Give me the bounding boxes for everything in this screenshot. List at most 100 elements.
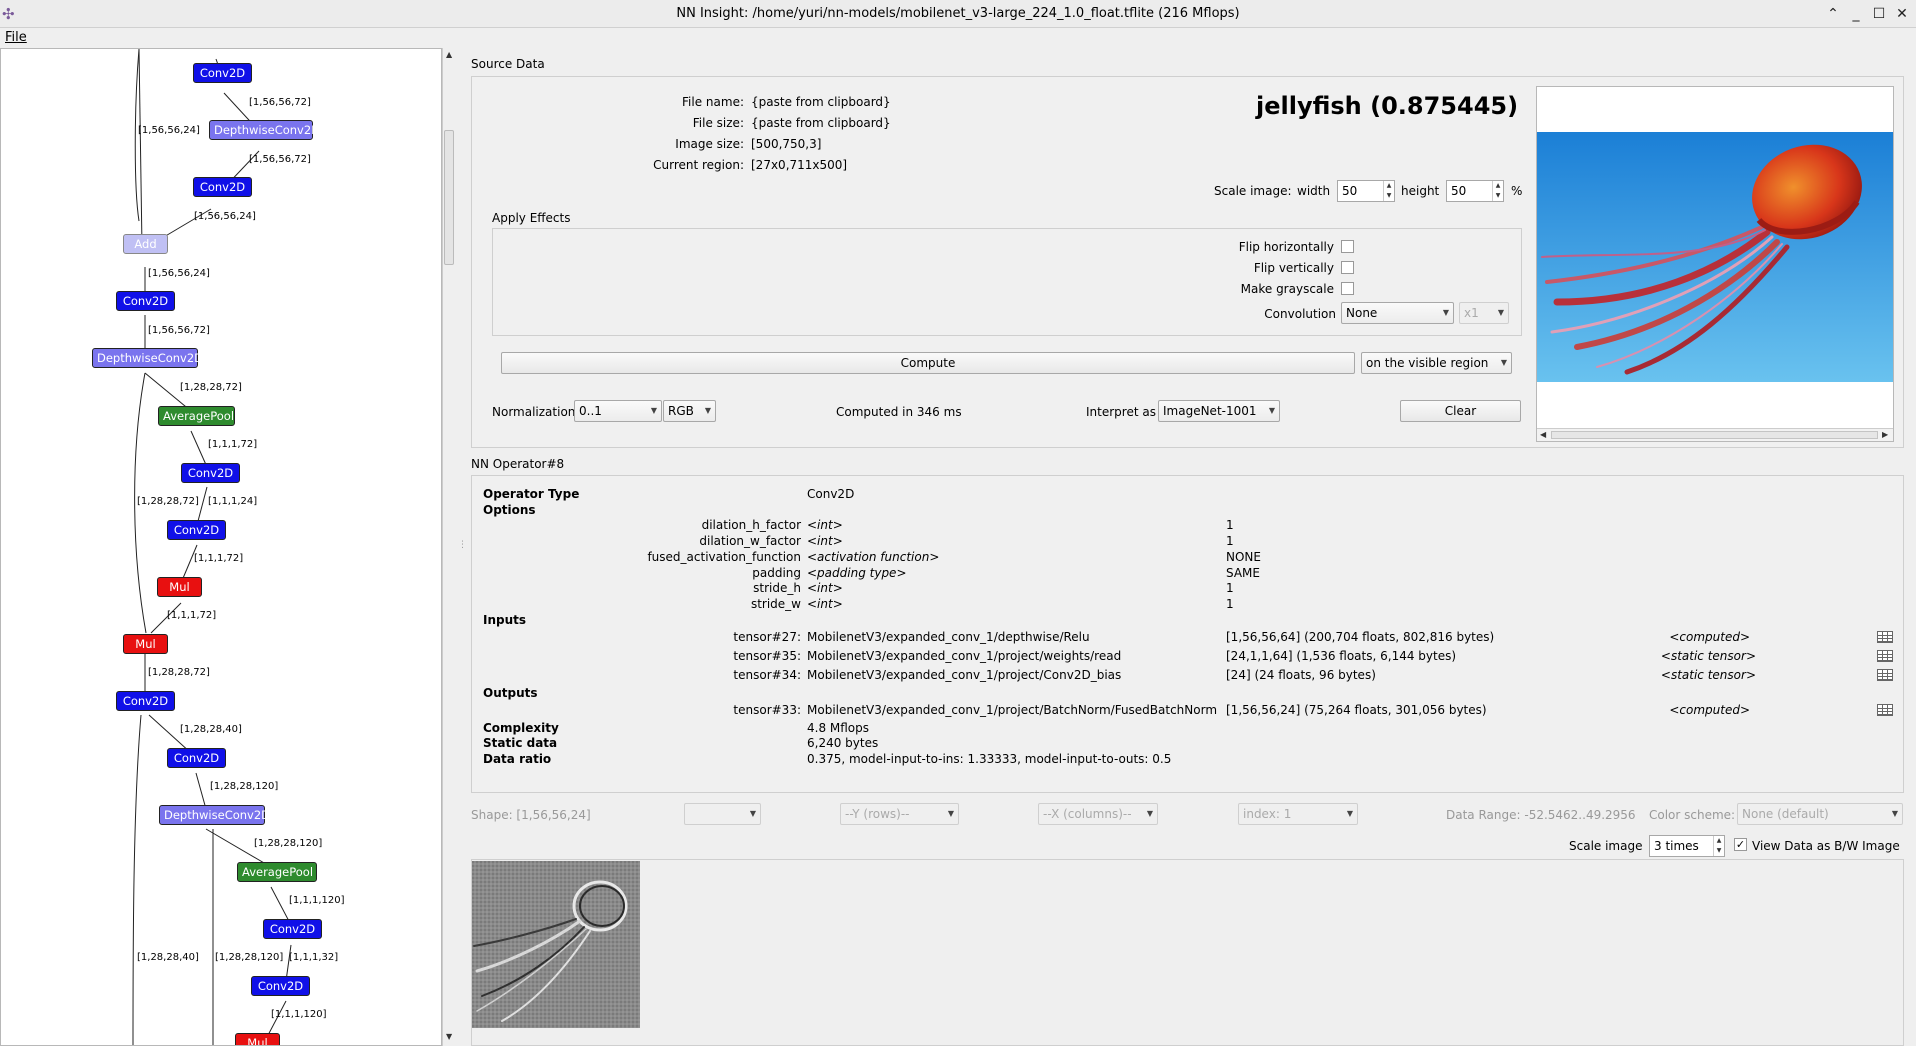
flip-vertically-checkbox[interactable] bbox=[1341, 261, 1354, 274]
table-icon[interactable] bbox=[1877, 704, 1893, 716]
color-scheme-select: None (default) ▼ bbox=[1737, 803, 1903, 825]
edge-label: [1,28,28,40] bbox=[137, 952, 199, 963]
spin-arrows-icon: ▲ ▼ bbox=[1383, 181, 1394, 201]
input-tensor-kind: <computed> bbox=[1669, 630, 1750, 644]
input-tensor-name: MobilenetV3/expanded_conv_1/depthwise/Re… bbox=[807, 630, 1090, 644]
input-tensor-kind: <static tensor> bbox=[1660, 668, 1756, 682]
chevron-down-icon: ▼ bbox=[650, 406, 657, 415]
chevron-down-icon: ▼ bbox=[749, 809, 756, 818]
window-title: NN Insight: /home/yuri/nn-models/mobilen… bbox=[676, 6, 1240, 21]
graph-node-conv2d[interactable]: Conv2D bbox=[181, 463, 240, 483]
height-spinbox[interactable]: 50 ▲ ▼ bbox=[1446, 180, 1504, 202]
edge-label: [1,56,56,72] bbox=[249, 154, 311, 165]
image-hscroll-thumb[interactable] bbox=[1551, 431, 1878, 439]
input-tensor-name: MobilenetV3/expanded_conv_1/project/Conv… bbox=[807, 668, 1122, 682]
edge-label: [1,1,1,32] bbox=[289, 952, 339, 963]
compute-region-select[interactable]: on the visible region ▼ bbox=[1361, 352, 1512, 374]
convolution-select[interactable]: None ▼ bbox=[1341, 302, 1454, 324]
graph-node-conv2d[interactable]: Conv2D bbox=[116, 691, 175, 711]
option-value: 1 bbox=[1226, 518, 1234, 532]
scroll-right-icon[interactable]: ▶ bbox=[1882, 430, 1888, 439]
tensor-channel-image[interactable] bbox=[472, 861, 640, 1028]
graph-node-conv2d[interactable]: Conv2D bbox=[263, 919, 322, 939]
graph-node-conv2d[interactable]: Conv2D bbox=[193, 177, 252, 197]
make-grayscale-checkbox[interactable] bbox=[1341, 282, 1354, 295]
scale-image-label: Scale image: bbox=[1214, 184, 1292, 198]
outputs-label: Outputs bbox=[483, 686, 538, 700]
graph-node-conv2d[interactable]: Conv2D bbox=[251, 976, 310, 996]
data-range-label: Data Range: -52.5462..49.2956 bbox=[1446, 808, 1636, 822]
graph-node-mul[interactable]: Mul bbox=[157, 577, 202, 597]
graph-node-depthwiseconv2d[interactable]: DepthwiseConv2D bbox=[209, 120, 320, 140]
complexity-value: 4.8 Mflops bbox=[807, 721, 870, 735]
table-icon[interactable] bbox=[1877, 631, 1893, 643]
y-rows-select: --Y (rows)-- ▼ bbox=[840, 803, 959, 825]
output-tensor-kind: <computed> bbox=[1669, 703, 1750, 717]
graph-node-averagepool[interactable]: AveragePool bbox=[237, 862, 317, 882]
chevron-down-icon: ▼ bbox=[1500, 358, 1507, 367]
clear-button[interactable]: Clear bbox=[1400, 400, 1521, 422]
image-hscrollbar[interactable]: ◀ ▶ bbox=[1537, 428, 1893, 441]
menu-file[interactable]: File bbox=[5, 30, 27, 45]
graph-scrollbar-thumb[interactable] bbox=[444, 130, 454, 265]
color-scheme-label: Color scheme: bbox=[1649, 808, 1736, 822]
graph-node-mul[interactable]: Mul bbox=[123, 634, 168, 654]
option-type: <padding type> bbox=[807, 566, 907, 580]
graph-node-conv2d[interactable]: Conv2D bbox=[193, 63, 252, 83]
minimize-chevron-up-icon[interactable]: ⌃ bbox=[1823, 4, 1843, 24]
option-value: 1 bbox=[1226, 597, 1234, 611]
computed-time: Computed in 346 ms bbox=[836, 405, 962, 419]
graph-node-add[interactable]: Add bbox=[123, 234, 168, 254]
minimize-icon[interactable]: _ bbox=[1846, 4, 1866, 24]
percent-label: % bbox=[1511, 184, 1523, 198]
data-ratio-value: 0.375, model-input-to-ins: 1.33333, mode… bbox=[807, 752, 1172, 766]
option-name: padding bbox=[752, 566, 801, 580]
graph-node-conv2d[interactable]: Conv2D bbox=[167, 748, 226, 768]
input-tensor-kind: <static tensor> bbox=[1660, 649, 1756, 663]
network-graph[interactable]: Conv2D DepthwiseConv2D Conv2D Add Conv2D… bbox=[0, 48, 442, 1046]
scroll-up-icon[interactable]: ▲ bbox=[446, 50, 452, 59]
splitter-handle-icon[interactable]: ⋮ bbox=[458, 540, 467, 550]
scroll-left-icon[interactable]: ◀ bbox=[1540, 430, 1546, 439]
chevron-down-icon: ▼ bbox=[1268, 406, 1275, 415]
input-tensor-name: MobilenetV3/expanded_conv_1/project/weig… bbox=[807, 649, 1122, 663]
interpret-as-select[interactable]: ImageNet-1001 ▼ bbox=[1158, 400, 1280, 422]
edge-label: [1,28,28,120] bbox=[215, 952, 284, 963]
graph-node-averagepool[interactable]: AveragePool bbox=[158, 406, 235, 426]
edge-label: [1,1,1,72] bbox=[208, 439, 258, 450]
option-name: dilation_h_factor bbox=[701, 518, 801, 532]
chevron-down-icon: ▼ bbox=[704, 406, 711, 415]
table-icon[interactable] bbox=[1877, 650, 1893, 662]
graph-node-conv2d[interactable]: Conv2D bbox=[116, 291, 175, 311]
normalization-select[interactable]: 0..1 ▼ bbox=[574, 400, 662, 422]
bw-image-checkbox[interactable]: ✓ bbox=[1734, 838, 1747, 851]
flip-horizontally-checkbox[interactable] bbox=[1341, 240, 1354, 253]
scale-times-spinbox[interactable]: 3 times ▲ ▼ bbox=[1649, 835, 1725, 857]
close-icon[interactable]: ✕ bbox=[1892, 4, 1912, 24]
normalization-label: Normalization bbox=[492, 405, 576, 419]
static-data-value: 6,240 bytes bbox=[807, 736, 879, 750]
scroll-down-icon[interactable]: ▼ bbox=[446, 1032, 452, 1041]
output-tensor-name: MobilenetV3/expanded_conv_1/project/Batc… bbox=[807, 703, 1218, 717]
width-spinbox[interactable]: 50 ▲ ▼ bbox=[1337, 180, 1395, 202]
option-name: stride_h bbox=[753, 581, 801, 595]
maximize-icon[interactable]: ☐ bbox=[1869, 4, 1889, 24]
color-order-select[interactable]: RGB ▼ bbox=[663, 400, 716, 422]
make-grayscale-label: Make grayscale bbox=[1240, 282, 1334, 296]
graph-node-depthwiseconv2d[interactable]: DepthwiseConv2D bbox=[92, 348, 203, 368]
menu-bar: File bbox=[0, 28, 1916, 48]
index-select: index: 1 ▼ bbox=[1238, 803, 1358, 825]
edge-label: [1,1,1,72] bbox=[194, 553, 244, 564]
jellyfish-image[interactable] bbox=[1537, 132, 1893, 382]
output-tensor-id: tensor#33: bbox=[733, 703, 801, 717]
compute-button[interactable]: Compute bbox=[501, 352, 1355, 374]
input-tensor-shape: [1,56,56,64] (200,704 floats, 802,816 by… bbox=[1226, 630, 1495, 644]
graph-node-depthwiseconv2d[interactable]: DepthwiseConv2D bbox=[159, 805, 270, 825]
input-tensor-id: tensor#27: bbox=[733, 630, 801, 644]
input-tensor-id: tensor#35: bbox=[733, 649, 801, 663]
table-icon[interactable] bbox=[1877, 669, 1893, 681]
apply-effects-title: Apply Effects bbox=[492, 211, 571, 225]
edge-label: [1,56,56,24] bbox=[148, 268, 210, 279]
graph-node-mul[interactable]: Mul bbox=[235, 1033, 280, 1045]
graph-node-conv2d[interactable]: Conv2D bbox=[167, 520, 226, 540]
